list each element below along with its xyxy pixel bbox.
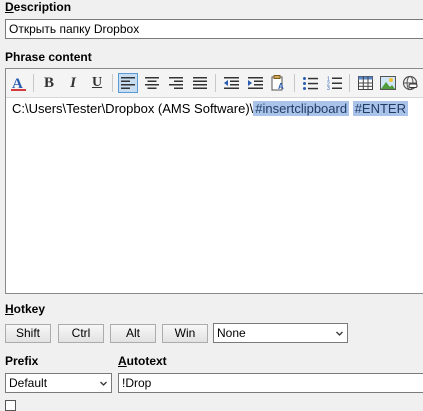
- link-icon[interactable]: [400, 73, 420, 93]
- table-icon[interactable]: [355, 73, 375, 93]
- phrase-content-text[interactable]: C:\Users\Tester\Dropbox (AMS Software)\ #…: [12, 100, 408, 117]
- autotext-input[interactable]: !Drop: [118, 373, 423, 393]
- toolbar-separator: [349, 74, 350, 92]
- paste-special-icon[interactable]: A: [269, 73, 289, 93]
- toolbar-separator: [215, 74, 216, 92]
- autotext-label: Autotext: [118, 354, 167, 368]
- description-input[interactable]: Открыть папку Dropbox: [5, 19, 423, 39]
- align-right-icon[interactable]: [166, 73, 186, 93]
- bullet-list-icon[interactable]: [300, 73, 320, 93]
- indent-icon[interactable]: [245, 73, 265, 93]
- prefix-select[interactable]: Default: [5, 373, 112, 393]
- macro-insertclipboard[interactable]: #insertclipboard: [253, 101, 350, 116]
- toolbar-separator: [33, 74, 34, 92]
- prefix-value: Default: [9, 376, 48, 390]
- hotkey-key-select[interactable]: None: [213, 323, 348, 343]
- toolbar-separator: [294, 74, 295, 92]
- font-color-icon[interactable]: A: [9, 73, 29, 93]
- align-left-icon[interactable]: [118, 73, 138, 93]
- win-button[interactable]: Win: [162, 324, 208, 343]
- italic-icon[interactable]: I: [63, 73, 83, 93]
- image-icon[interactable]: [378, 73, 398, 93]
- description-label: Description: [5, 0, 72, 14]
- bold-icon[interactable]: B: [39, 73, 59, 93]
- editor-toolbar: A B I U A 1 2 3: [6, 69, 423, 98]
- macro-enter[interactable]: #ENTER: [352, 101, 408, 116]
- prefix-label: Prefix: [5, 354, 39, 368]
- hotkey-label: Hotkey: [5, 302, 46, 316]
- numbered-list-icon[interactable]: 123: [324, 73, 344, 93]
- phrase-path-text: C:\Users\Tester\Dropbox (AMS Software)\: [12, 101, 254, 116]
- chevron-down-icon: [336, 331, 343, 336]
- align-center-icon[interactable]: [142, 73, 162, 93]
- alt-button[interactable]: Alt: [110, 324, 156, 343]
- phrase-content-label: Phrase content: [5, 50, 92, 64]
- ctrl-button[interactable]: Ctrl: [58, 324, 104, 343]
- phrase-editor[interactable]: A B I U A 1 2 3 C:\Users\Tester\Dropbox …: [5, 68, 423, 294]
- svg-text:3: 3: [327, 86, 330, 90]
- chevron-down-icon: [100, 381, 107, 386]
- options-checkbox[interactable]: [5, 400, 16, 411]
- toolbar-separator: [112, 74, 113, 92]
- hotkey-key-value: None: [217, 326, 246, 340]
- shift-button[interactable]: Shift: [5, 324, 51, 343]
- svg-text:A: A: [278, 82, 284, 91]
- underline-icon[interactable]: U: [87, 73, 107, 93]
- justify-icon[interactable]: [190, 73, 210, 93]
- outdent-icon[interactable]: [221, 73, 241, 93]
